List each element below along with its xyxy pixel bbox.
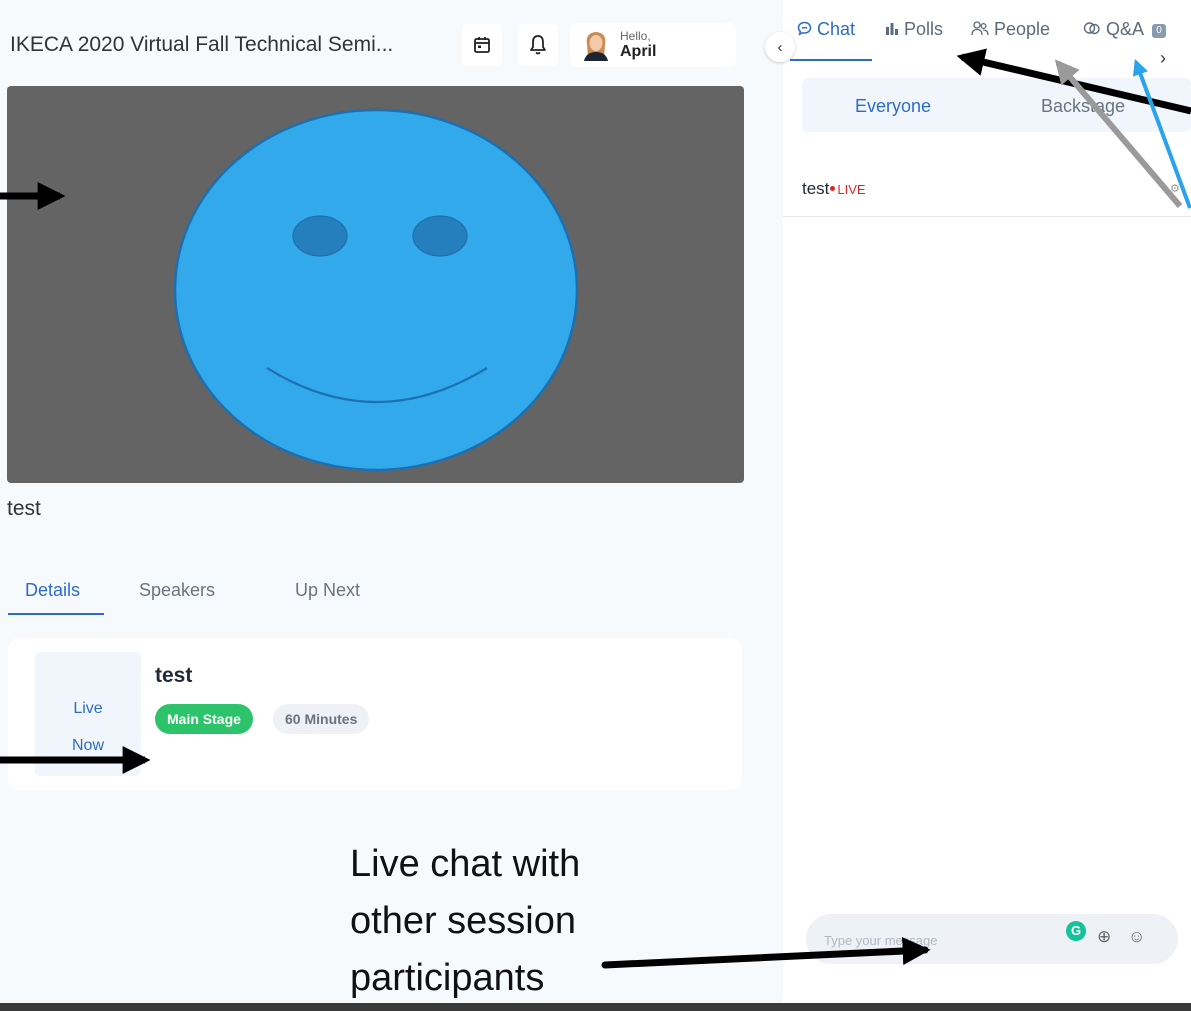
main-stage-badge: Main Stage [155,704,253,734]
collapse-panel-button[interactable]: ‹ [765,32,795,62]
tab-polls[interactable]: Polls [885,19,943,40]
now-label: Now [71,737,104,754]
tab-details[interactable]: Details [25,580,80,601]
audience-everyone[interactable]: Everyone [855,96,931,117]
audience-backstage[interactable]: Backstage [1041,96,1125,117]
room-title: test [802,179,830,198]
chat-sidebar [783,0,1191,1011]
active-tab-indicator [8,613,104,615]
bell-icon [530,35,546,55]
qa-icon [1083,22,1100,35]
message-composer: G ⊕ ☺ [806,914,1178,964]
main-content-pane: IKECA 2020 Virtual Fall Technical Semi..… [0,0,783,1011]
notifications-button[interactable] [518,24,558,66]
qa-count-badge: 0 [1152,24,1167,38]
chevron-left-icon: ‹ [777,38,783,56]
chevron-right-icon: › [1160,48,1166,68]
user-avatar [584,32,608,61]
live-label: Live [73,700,103,717]
event-title: IKECA 2020 Virtual Fall Technical Semi..… [10,33,394,56]
message-input[interactable] [822,928,1046,952]
emoji-icon[interactable]: ☺ [1128,927,1145,947]
chat-room-name: test LIVE [802,179,866,199]
user-name: April [620,43,657,60]
tab-chat[interactable]: Chat [797,19,855,40]
tab-up-next[interactable]: Up Next [295,580,360,601]
chat-icon [797,21,812,36]
tab-people[interactable]: People [971,19,1050,40]
tab-qa[interactable]: Q&A 0 [1083,19,1167,40]
tabs-scroll-right-button[interactable]: › [1160,48,1166,69]
room-live-tag: LIVE [837,182,866,197]
video-stage[interactable] [7,86,744,483]
session-card-title: test [155,664,193,687]
annotation-caption: Live chat with other session participant… [350,843,581,999]
tab-people-label: People [994,19,1051,39]
calendar-button[interactable] [462,24,502,66]
room-settings-icon[interactable]: ⚙ [1170,182,1180,195]
live-dot-icon [830,186,836,191]
calendar-icon [474,37,490,53]
tab-chat-label: Chat [817,19,856,39]
session-name: test [7,497,41,520]
smiley-video-feed [173,108,579,472]
session-card[interactable]: Live Now test Main Stage 60 Minutes [8,638,742,790]
live-now-indicator: Live Now [35,652,141,776]
user-menu[interactable]: Hello, April [570,23,736,67]
people-icon [971,21,989,36]
duration-badge: 60 Minutes [273,704,370,734]
tab-qa-label: Q&A [1106,19,1144,39]
greeting-text: Hello, [620,29,651,43]
chat-room-row[interactable]: test LIVE ⚙ [783,162,1191,217]
bar-chart-icon [886,23,898,35]
audience-toggle: Everyone Backstage [802,78,1191,132]
chat-tab-indicator [790,59,872,61]
tab-speakers[interactable]: Speakers [139,580,215,601]
grammarly-icon[interactable]: G [1066,921,1086,941]
taskbar-strip [0,1003,1191,1011]
add-attachment-icon[interactable]: ⊕ [1097,927,1111,947]
tab-polls-label: Polls [904,19,944,39]
